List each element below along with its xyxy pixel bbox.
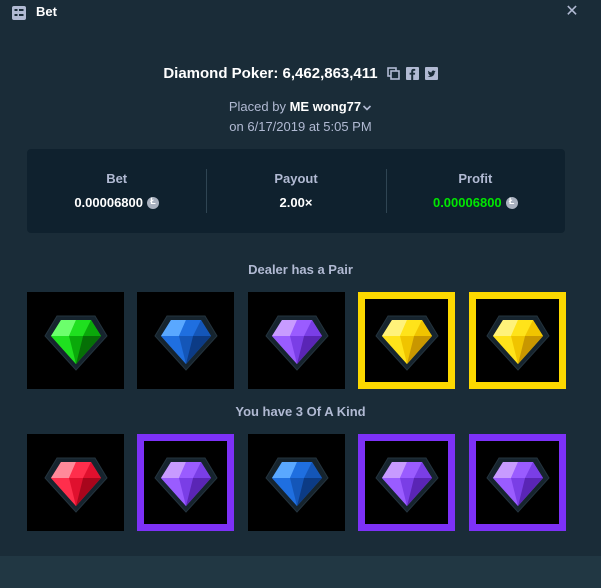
red-diamond-icon [43, 457, 108, 513]
player-hand-label: You have 3 Of A Kind [235, 404, 366, 419]
card-face [248, 434, 345, 531]
card-face [27, 292, 124, 389]
placed-by-line: Placed by ME wong77 [0, 99, 601, 115]
payout-label: Payout [274, 171, 318, 186]
purple-diamond-icon [264, 315, 329, 371]
dealer-hand-label: Dealer has a Pair [248, 262, 353, 277]
chevron-down-icon [363, 104, 372, 111]
stat-profit: Profit 0.00006800 [385, 149, 565, 233]
player-card-4 [358, 434, 455, 531]
profit-value-row: 0.00006800 [386, 195, 565, 210]
payout-multiplier: 2.00× [279, 195, 313, 210]
purple-diamond-icon [153, 457, 218, 513]
copy-icon[interactable] [386, 66, 400, 80]
litecoin-icon [505, 196, 518, 209]
purple-diamond-icon [374, 457, 439, 513]
blue-diamond-icon [264, 457, 329, 513]
dealer-card-3 [248, 292, 345, 389]
facebook-icon[interactable] [405, 66, 419, 80]
dealer-card-5 [469, 292, 566, 389]
card-face [365, 299, 448, 382]
card-face [476, 441, 559, 524]
username: ME wong77 [289, 99, 362, 114]
bet-value-row: 0.00006800 [27, 195, 206, 210]
player-card-1 [27, 434, 124, 531]
bet-amount: 0.00006800 [74, 195, 143, 210]
modal-header: Bet ✕ [0, 0, 601, 26]
bet-list-icon [12, 6, 26, 20]
share-icons [386, 66, 438, 80]
twitter-icon[interactable] [424, 66, 438, 80]
bet-stats-panel: Bet 0.00006800 Payout 2.00× Profit 0.000… [27, 149, 565, 233]
player-card-3 [248, 434, 345, 531]
card-face [476, 299, 559, 382]
purple-diamond-icon [485, 457, 550, 513]
footer-strip [0, 556, 601, 588]
profit-amount: 0.00006800 [432, 195, 502, 210]
profit-label: Profit [458, 171, 493, 186]
green-diamond-icon [43, 315, 108, 371]
card-face [365, 441, 448, 524]
card-face [144, 441, 227, 524]
close-icon[interactable]: ✕ [564, 3, 580, 21]
stat-bet: Bet 0.00006800 [27, 149, 206, 233]
bet-date: on 6/17/2019 at 5:05 PM [229, 119, 372, 134]
dealer-card-2 [137, 292, 234, 389]
litecoin-icon [147, 196, 159, 209]
player-card-5 [469, 434, 566, 531]
card-face [27, 434, 124, 531]
payout-value-row: 2.00× [206, 195, 385, 210]
stat-payout: Payout 2.00× [206, 149, 385, 233]
bet-label: Bet [106, 171, 128, 186]
modal-title: Bet [36, 4, 57, 19]
player-card-2 [137, 434, 234, 531]
blue-diamond-icon [153, 315, 218, 371]
dealer-card-4 [358, 292, 455, 389]
card-face [137, 292, 234, 389]
card-face [248, 292, 345, 389]
placed-by-prefix: Placed by [228, 99, 286, 114]
game-title-row: Diamond Poker: 6,462,863,411 [0, 63, 601, 83]
yellow-diamond-icon [374, 315, 439, 371]
yellow-diamond-icon [485, 315, 550, 371]
username-link[interactable]: ME wong77 [290, 99, 373, 114]
game-title: Diamond Poker: 6,462,863,411 [163, 64, 378, 82]
dealer-card-1 [27, 292, 124, 389]
bet-modal: Bet ✕ Diamond Poker: 6,462,863,411 Place… [0, 0, 601, 556]
